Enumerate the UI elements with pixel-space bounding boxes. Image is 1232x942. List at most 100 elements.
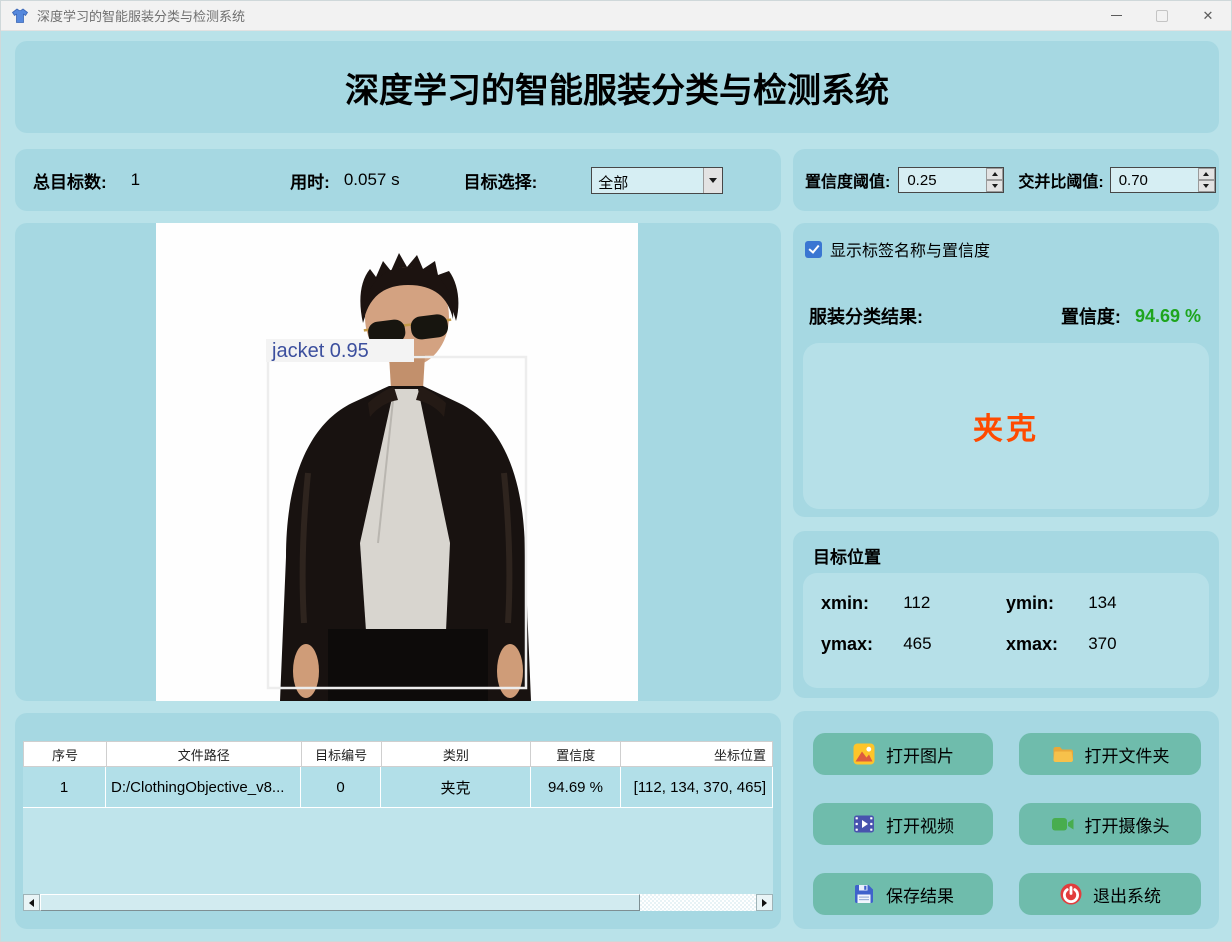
window-controls: ✕	[1093, 1, 1231, 30]
column-header: 文件路径	[106, 741, 302, 767]
total-targets-value: 1	[130, 170, 141, 189]
target-select-value: 全部	[598, 174, 629, 192]
header-panel: 深度学习的智能服装分类与检测系统	[15, 41, 1219, 133]
target-select-dropdown[interactable]: 全部	[591, 166, 724, 194]
confidence-value: 94.69 %	[1134, 305, 1201, 326]
horizontal-scrollbar[interactable]	[23, 894, 773, 911]
iou-threshold-spinner[interactable]: 0.70	[1109, 167, 1216, 193]
maximize-button[interactable]	[1139, 1, 1185, 30]
scrollbar-thumb[interactable]	[40, 894, 640, 911]
spin-down-button[interactable]	[1197, 180, 1215, 192]
classification-result-panel: 显示标签名称与置信度 服装分类结果: 置信度: 94.69 % 夹克	[793, 223, 1219, 517]
check-icon	[807, 242, 820, 254]
open-folder-icon	[1053, 747, 1073, 762]
class-result-value: 夹克	[973, 413, 1039, 446]
open-image-button[interactable]: 打开图片	[813, 733, 993, 775]
column-header: 序号	[24, 741, 107, 767]
show-labels-checkbox[interactable]	[805, 240, 822, 258]
minimize-icon	[1110, 15, 1122, 16]
table-row[interactable]: 1 D:/ClothingObjective_v8... 0 夹克 94.69 …	[23, 767, 773, 807]
page-title: 深度学习的智能服装分类与检测系统	[345, 71, 889, 110]
column-header: 类别	[381, 741, 532, 767]
detections-table-panel: 序号 文件路径 目标编号 类别 置信度 坐标位置 1 D:/ClothingOb…	[15, 713, 781, 929]
chevron-down-icon	[709, 177, 718, 183]
ymin-value: 134	[1088, 593, 1117, 612]
maximize-icon	[1156, 9, 1168, 22]
column-header: 置信度	[531, 741, 622, 767]
arrow-up-icon	[1203, 172, 1210, 176]
cell-coordinates: [112, 134, 370, 465]	[621, 767, 773, 807]
minimize-button[interactable]	[1093, 1, 1139, 30]
arrow-down-icon	[1203, 184, 1210, 188]
close-button[interactable]: ✕	[1185, 1, 1231, 30]
button-label: 打开视频	[886, 816, 954, 836]
show-labels-checkbox-row[interactable]: 显示标签名称与置信度	[805, 237, 990, 261]
scroll-right-button[interactable]	[756, 894, 773, 911]
person-pants	[328, 629, 488, 701]
target-position-box: xmin: 112 ymin: 134 ymax: 465 xmax: 370	[803, 573, 1209, 688]
power-icon	[1060, 883, 1082, 905]
cell-target-id: 0	[301, 767, 381, 807]
column-header: 坐标位置	[621, 741, 773, 767]
xmin-label: xmin:	[821, 593, 870, 613]
button-label: 打开摄像头	[1084, 816, 1170, 836]
elapsed-time-value: 0.057 s	[343, 170, 400, 189]
arrow-left-icon	[29, 898, 34, 907]
open-image-icon	[853, 743, 875, 765]
dropdown-arrow-button[interactable]	[703, 167, 723, 193]
confidence-threshold-value: 0.25	[907, 172, 937, 189]
detection-photo: jacket 0.95	[156, 223, 638, 701]
open-camera-button[interactable]: 打开摄像头	[1019, 803, 1201, 845]
ymax-label: ymax:	[821, 634, 874, 654]
cell-file-path: D:/ClothingObjective_v8...	[106, 767, 301, 807]
total-targets-label: 总目标数:	[33, 172, 107, 192]
target-select-label: 目标选择:	[463, 172, 538, 192]
open-video-icon	[854, 815, 874, 833]
scroll-left-button[interactable]	[23, 894, 40, 911]
arrow-down-icon	[991, 184, 998, 188]
open-camera-icon	[1051, 818, 1073, 831]
close-icon: ✕	[1202, 8, 1214, 23]
iou-threshold-label: 交并比阈值:	[1018, 174, 1104, 191]
ymax-value: 465	[903, 634, 932, 653]
classification-result-label: 服装分类结果:	[809, 307, 923, 327]
confidence-label: 置信度:	[1060, 307, 1121, 327]
button-label: 退出系统	[1093, 886, 1161, 906]
save-results-button[interactable]: 保存结果	[813, 873, 993, 915]
spin-up-button[interactable]	[1197, 168, 1215, 180]
target-position-panel: 目标位置 xmin: 112 ymin: 134 ymax: 465 xmax:…	[793, 531, 1219, 698]
elapsed-time-label: 用时:	[290, 172, 330, 192]
exit-system-button[interactable]: 退出系统	[1019, 873, 1201, 915]
button-label: 打开文件夹	[1084, 746, 1170, 766]
classification-row: 服装分类结果: 置信度: 94.69 %	[809, 303, 1201, 329]
titlebar: 深度学习的智能服装分类与检测系统 ✕	[1, 1, 1231, 31]
cell-class: 夹克	[381, 767, 531, 807]
iou-threshold-value: 0.70	[1118, 172, 1148, 189]
stats-panel: 总目标数: 1 用时: 0.057 s 目标选择: 全部	[15, 149, 781, 211]
spin-down-button[interactable]	[986, 180, 1004, 192]
table-empty-area	[23, 807, 773, 894]
thresholds-panel: 置信度阈值: 0.25 交并比阈值: 0.70	[793, 149, 1219, 211]
detection-label: jacket 0.95	[271, 340, 369, 362]
confidence-threshold-spinner[interactable]: 0.25	[898, 167, 1005, 193]
app-tshirt-icon	[11, 8, 29, 23]
button-label: 保存结果	[886, 886, 954, 906]
actions-panel: 打开图片 打开文件夹 打开视频 打开摄像头 保存结果 退出系统	[793, 711, 1219, 929]
ymin-label: ymin:	[1006, 593, 1055, 613]
arrow-up-icon	[991, 172, 998, 176]
xmax-label: xmax:	[1006, 634, 1059, 654]
arrow-right-icon	[762, 898, 767, 907]
cell-confidence: 94.69 %	[531, 767, 621, 807]
window-title: 深度学习的智能服装分类与检测系统	[37, 9, 246, 24]
scrollbar-track[interactable]	[640, 894, 756, 911]
show-labels-label: 显示标签名称与置信度	[830, 243, 991, 260]
open-folder-button[interactable]: 打开文件夹	[1019, 733, 1201, 775]
target-position-title: 目标位置	[813, 548, 881, 567]
column-header: 目标编号	[301, 741, 382, 767]
open-video-button[interactable]: 打开视频	[813, 803, 993, 845]
confidence-threshold-label: 置信度阈值:	[805, 174, 891, 191]
detections-table: 序号 文件路径 目标编号 类别 置信度 坐标位置 1 D:/ClothingOb…	[23, 741, 773, 911]
cell-index: 1	[23, 767, 106, 807]
spin-up-button[interactable]	[986, 168, 1004, 180]
xmin-value: 112	[903, 593, 931, 612]
